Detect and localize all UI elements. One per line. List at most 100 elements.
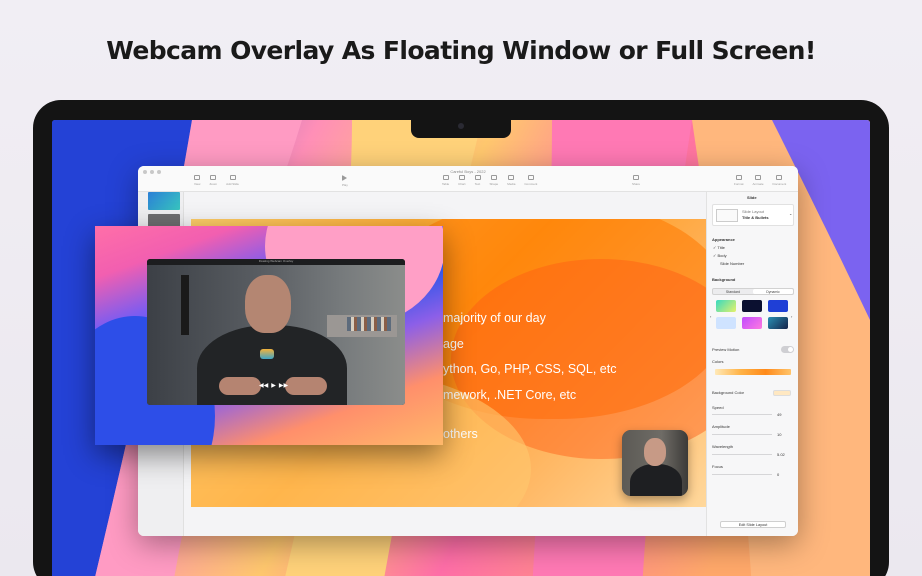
format-button[interactable]: Format bbox=[734, 175, 744, 186]
appearance-heading: Appearance bbox=[712, 237, 735, 242]
window-title: Careful Boys - 2022 bbox=[450, 169, 486, 174]
background-swatch[interactable] bbox=[768, 317, 788, 329]
body-checkbox[interactable]: ✓ Body bbox=[713, 253, 727, 258]
webcam-bubble[interactable] bbox=[622, 430, 688, 496]
webcam-presenter-body bbox=[630, 464, 682, 496]
shape-button[interactable]: Shape bbox=[490, 175, 498, 186]
background-color-well[interactable] bbox=[773, 390, 791, 396]
slide-thumbnail[interactable] bbox=[148, 192, 180, 210]
headline: Webcam Overlay As Floating Window or Ful… bbox=[106, 36, 816, 65]
camera-notch bbox=[411, 118, 511, 138]
comment-icon bbox=[527, 175, 534, 180]
slide-bullet: majority of our day bbox=[443, 311, 546, 325]
floating-webcam-window[interactable]: Floating Webcam Overlay ◀◀ ▶ ▶▶ bbox=[95, 226, 443, 445]
books bbox=[347, 317, 391, 331]
video-player[interactable]: Floating Webcam Overlay ◀◀ ▶ ▶▶ bbox=[147, 259, 405, 405]
wavelength-slider[interactable] bbox=[712, 454, 772, 455]
chevron-down-icon: ⌄ bbox=[789, 211, 793, 216]
animate-button[interactable]: Animate bbox=[753, 175, 764, 186]
wavelength-value[interactable]: 5.02 bbox=[777, 452, 785, 457]
tab-dynamic[interactable]: Dynamic bbox=[753, 289, 793, 294]
toolbar-right-group: Format Animate Document bbox=[734, 175, 786, 186]
text-button[interactable]: Text bbox=[474, 175, 481, 186]
tab-standard[interactable]: Standard bbox=[713, 289, 753, 294]
shape-icon bbox=[490, 175, 497, 180]
background-swatch[interactable] bbox=[742, 300, 762, 312]
slide-bullet: others bbox=[443, 427, 478, 441]
presenter-face bbox=[245, 275, 291, 333]
background-heading: Background bbox=[712, 277, 736, 282]
chart-icon bbox=[458, 175, 465, 180]
format-icon bbox=[735, 175, 742, 180]
document-button[interactable]: Document bbox=[773, 175, 786, 186]
animate-icon bbox=[755, 175, 762, 180]
background-swatch[interactable] bbox=[768, 300, 788, 312]
play-icon[interactable]: ▶ bbox=[271, 382, 276, 389]
amplitude-label: Amplitude bbox=[712, 424, 730, 429]
colors-gradient-bar[interactable] bbox=[715, 369, 791, 375]
presenter-arm bbox=[219, 377, 261, 395]
chevron-left-icon[interactable]: ‹ bbox=[710, 314, 711, 319]
presenter-body bbox=[197, 325, 347, 405]
speed-slider[interactable] bbox=[712, 414, 772, 415]
shirt-logo bbox=[260, 349, 274, 359]
chart-button[interactable]: Chart bbox=[458, 175, 466, 186]
inspector-panel: Slide Slide Layout Title & Bullets ⌄ App… bbox=[706, 192, 798, 536]
preview-motion-label: Preview Motion bbox=[712, 347, 740, 352]
amplitude-value[interactable]: 10 bbox=[777, 432, 781, 437]
view-icon bbox=[194, 175, 201, 180]
play-button[interactable]: Play bbox=[342, 175, 348, 187]
view-button[interactable]: View bbox=[194, 175, 200, 186]
table-button[interactable]: Table bbox=[442, 175, 449, 186]
slide-bullet: ython, Go, PHP, CSS, SQL, etc bbox=[443, 362, 617, 376]
preview-motion-toggle[interactable] bbox=[781, 346, 794, 353]
toolbar-insert-group: Table Chart Text Shape Media Comment bbox=[442, 175, 537, 186]
video-title: Floating Webcam Overlay bbox=[258, 259, 294, 263]
title-checkbox[interactable]: ✓ Title bbox=[713, 245, 725, 250]
focus-label: Focus bbox=[712, 464, 723, 469]
speed-value[interactable]: 49 bbox=[777, 412, 781, 417]
edit-slide-layout-button[interactable]: Edit Slide Layout bbox=[720, 521, 786, 528]
microphone-stand bbox=[181, 275, 189, 335]
toolbar-left-group: View Zoom Add Slide bbox=[194, 175, 239, 186]
desktop-screen: Careful Boys - 2022 View Zoom Add Slide … bbox=[52, 120, 870, 576]
text-icon bbox=[474, 175, 481, 180]
webcam-presenter-face bbox=[644, 438, 666, 466]
zoom-control[interactable]: Zoom bbox=[209, 175, 217, 186]
media-icon bbox=[508, 175, 515, 180]
background-segmented-control[interactable]: Standard Dynamic bbox=[712, 288, 794, 295]
background-color-label: Background Color bbox=[712, 390, 745, 395]
amplitude-slider[interactable] bbox=[712, 434, 772, 435]
slide-bullet: age bbox=[443, 337, 464, 351]
background-swatch[interactable] bbox=[716, 300, 736, 312]
add-slide-button[interactable]: Add Slide bbox=[226, 175, 239, 186]
video-frame: ◀◀ ▶ ▶▶ bbox=[147, 265, 405, 405]
layout-thumbnail bbox=[716, 209, 738, 222]
slide-layout-picker[interactable]: Slide Layout Title & Bullets ⌄ bbox=[712, 204, 794, 226]
chevron-right-icon[interactable]: › bbox=[791, 314, 792, 319]
focus-value[interactable]: 0 bbox=[777, 472, 779, 477]
colors-heading: Colors bbox=[712, 359, 724, 364]
slide-number-checkbox[interactable]: Slide Number bbox=[720, 261, 744, 266]
background-swatch[interactable] bbox=[742, 317, 762, 329]
playback-controls: ◀◀ ▶ ▶▶ bbox=[259, 382, 288, 389]
wavelength-label: Wavelength bbox=[712, 444, 733, 449]
inspector-tab[interactable]: Slide bbox=[747, 195, 757, 200]
toolbar-play-group: Play bbox=[342, 175, 348, 187]
toolbar: Careful Boys - 2022 View Zoom Add Slide … bbox=[138, 166, 798, 192]
focus-slider[interactable] bbox=[712, 474, 772, 475]
presenter-arm bbox=[285, 377, 327, 395]
share-button[interactable]: Share bbox=[632, 175, 640, 186]
comment-button[interactable]: Comment bbox=[524, 175, 537, 186]
toolbar-share-group: Share bbox=[632, 175, 640, 186]
rewind-icon[interactable]: ◀◀ bbox=[259, 382, 268, 389]
zoom-icon bbox=[210, 175, 217, 180]
fast-forward-icon[interactable]: ▶▶ bbox=[279, 382, 288, 389]
table-icon bbox=[442, 175, 449, 180]
camera-icon bbox=[458, 123, 464, 129]
document-icon bbox=[776, 175, 783, 180]
background-swatch[interactable] bbox=[716, 317, 736, 329]
speed-label: Speed bbox=[712, 405, 724, 410]
media-button[interactable]: Media bbox=[507, 175, 515, 186]
share-icon bbox=[633, 175, 639, 180]
